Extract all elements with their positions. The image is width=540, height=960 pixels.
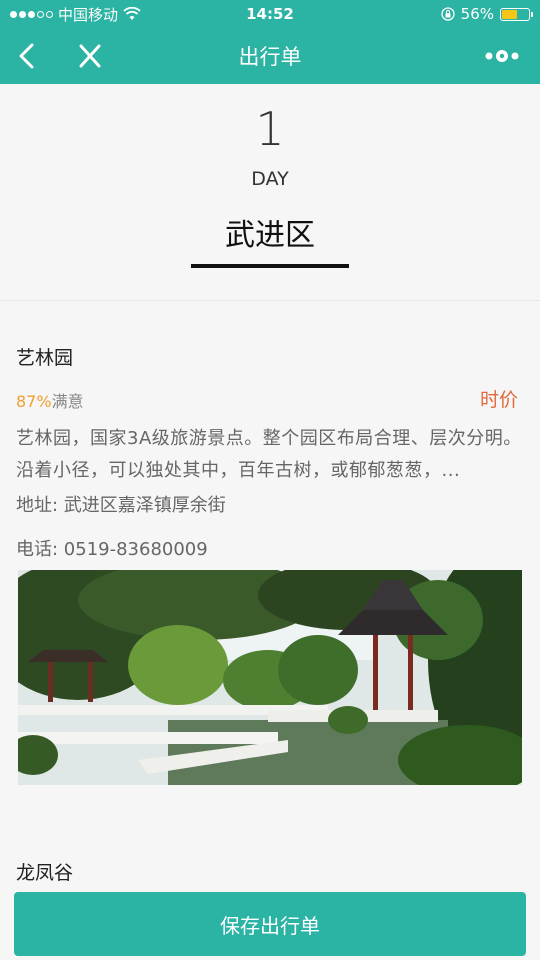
- rating-percent: 87%: [16, 392, 52, 411]
- day-label: DAY: [251, 168, 289, 190]
- rating: 87%满意: [16, 388, 84, 412]
- rating-label: 满意: [51, 392, 84, 411]
- day-header: 1 DAY 武进区: [0, 84, 540, 300]
- day-number: 1: [255, 102, 285, 156]
- battery-icon: [500, 7, 533, 21]
- spot-description: 艺林园，国家3A级旅游景点。整个园区布局合理、层次分明。沿着小径，可以独处其中，…: [16, 428, 522, 481]
- spot-photo[interactable]: [18, 570, 522, 785]
- chevron-left-icon[interactable]: [14, 40, 42, 72]
- battery-fill: [502, 9, 517, 19]
- spot-name: 艺林园: [16, 347, 74, 369]
- close-icon[interactable]: [76, 41, 104, 71]
- status-left: 中国移动: [10, 4, 141, 25]
- carrier-label: 中国移动: [58, 5, 119, 24]
- rotation-lock-icon: [441, 7, 455, 21]
- wifi-icon: [123, 7, 141, 20]
- status-bar: 中国移动 14:52 56%: [0, 0, 540, 28]
- status-right: 56%: [441, 5, 533, 23]
- more-dots-icon[interactable]: [484, 47, 520, 65]
- spot-phone[interactable]: 电话: 0519-83680009: [16, 535, 208, 561]
- signal-icon: [10, 10, 53, 18]
- save-itinerary-button[interactable]: 保存出行单: [14, 892, 526, 956]
- price: 时价: [479, 389, 518, 411]
- nav-bar: 出行单: [0, 28, 540, 84]
- district-label: 武进区: [225, 218, 315, 253]
- battery-percent: 56%: [460, 5, 494, 23]
- spot-name[interactable]: 龙凤谷: [16, 858, 73, 885]
- spot-address: 地址: 武进区嘉泽镇厚余街: [16, 495, 226, 516]
- spot-card[interactable]: 艺林园 87%满意 时价 艺林园，国家3A级旅游景点。整个园区布局合理、层次分明…: [0, 301, 540, 831]
- district-tab[interactable]: 武进区: [191, 212, 349, 268]
